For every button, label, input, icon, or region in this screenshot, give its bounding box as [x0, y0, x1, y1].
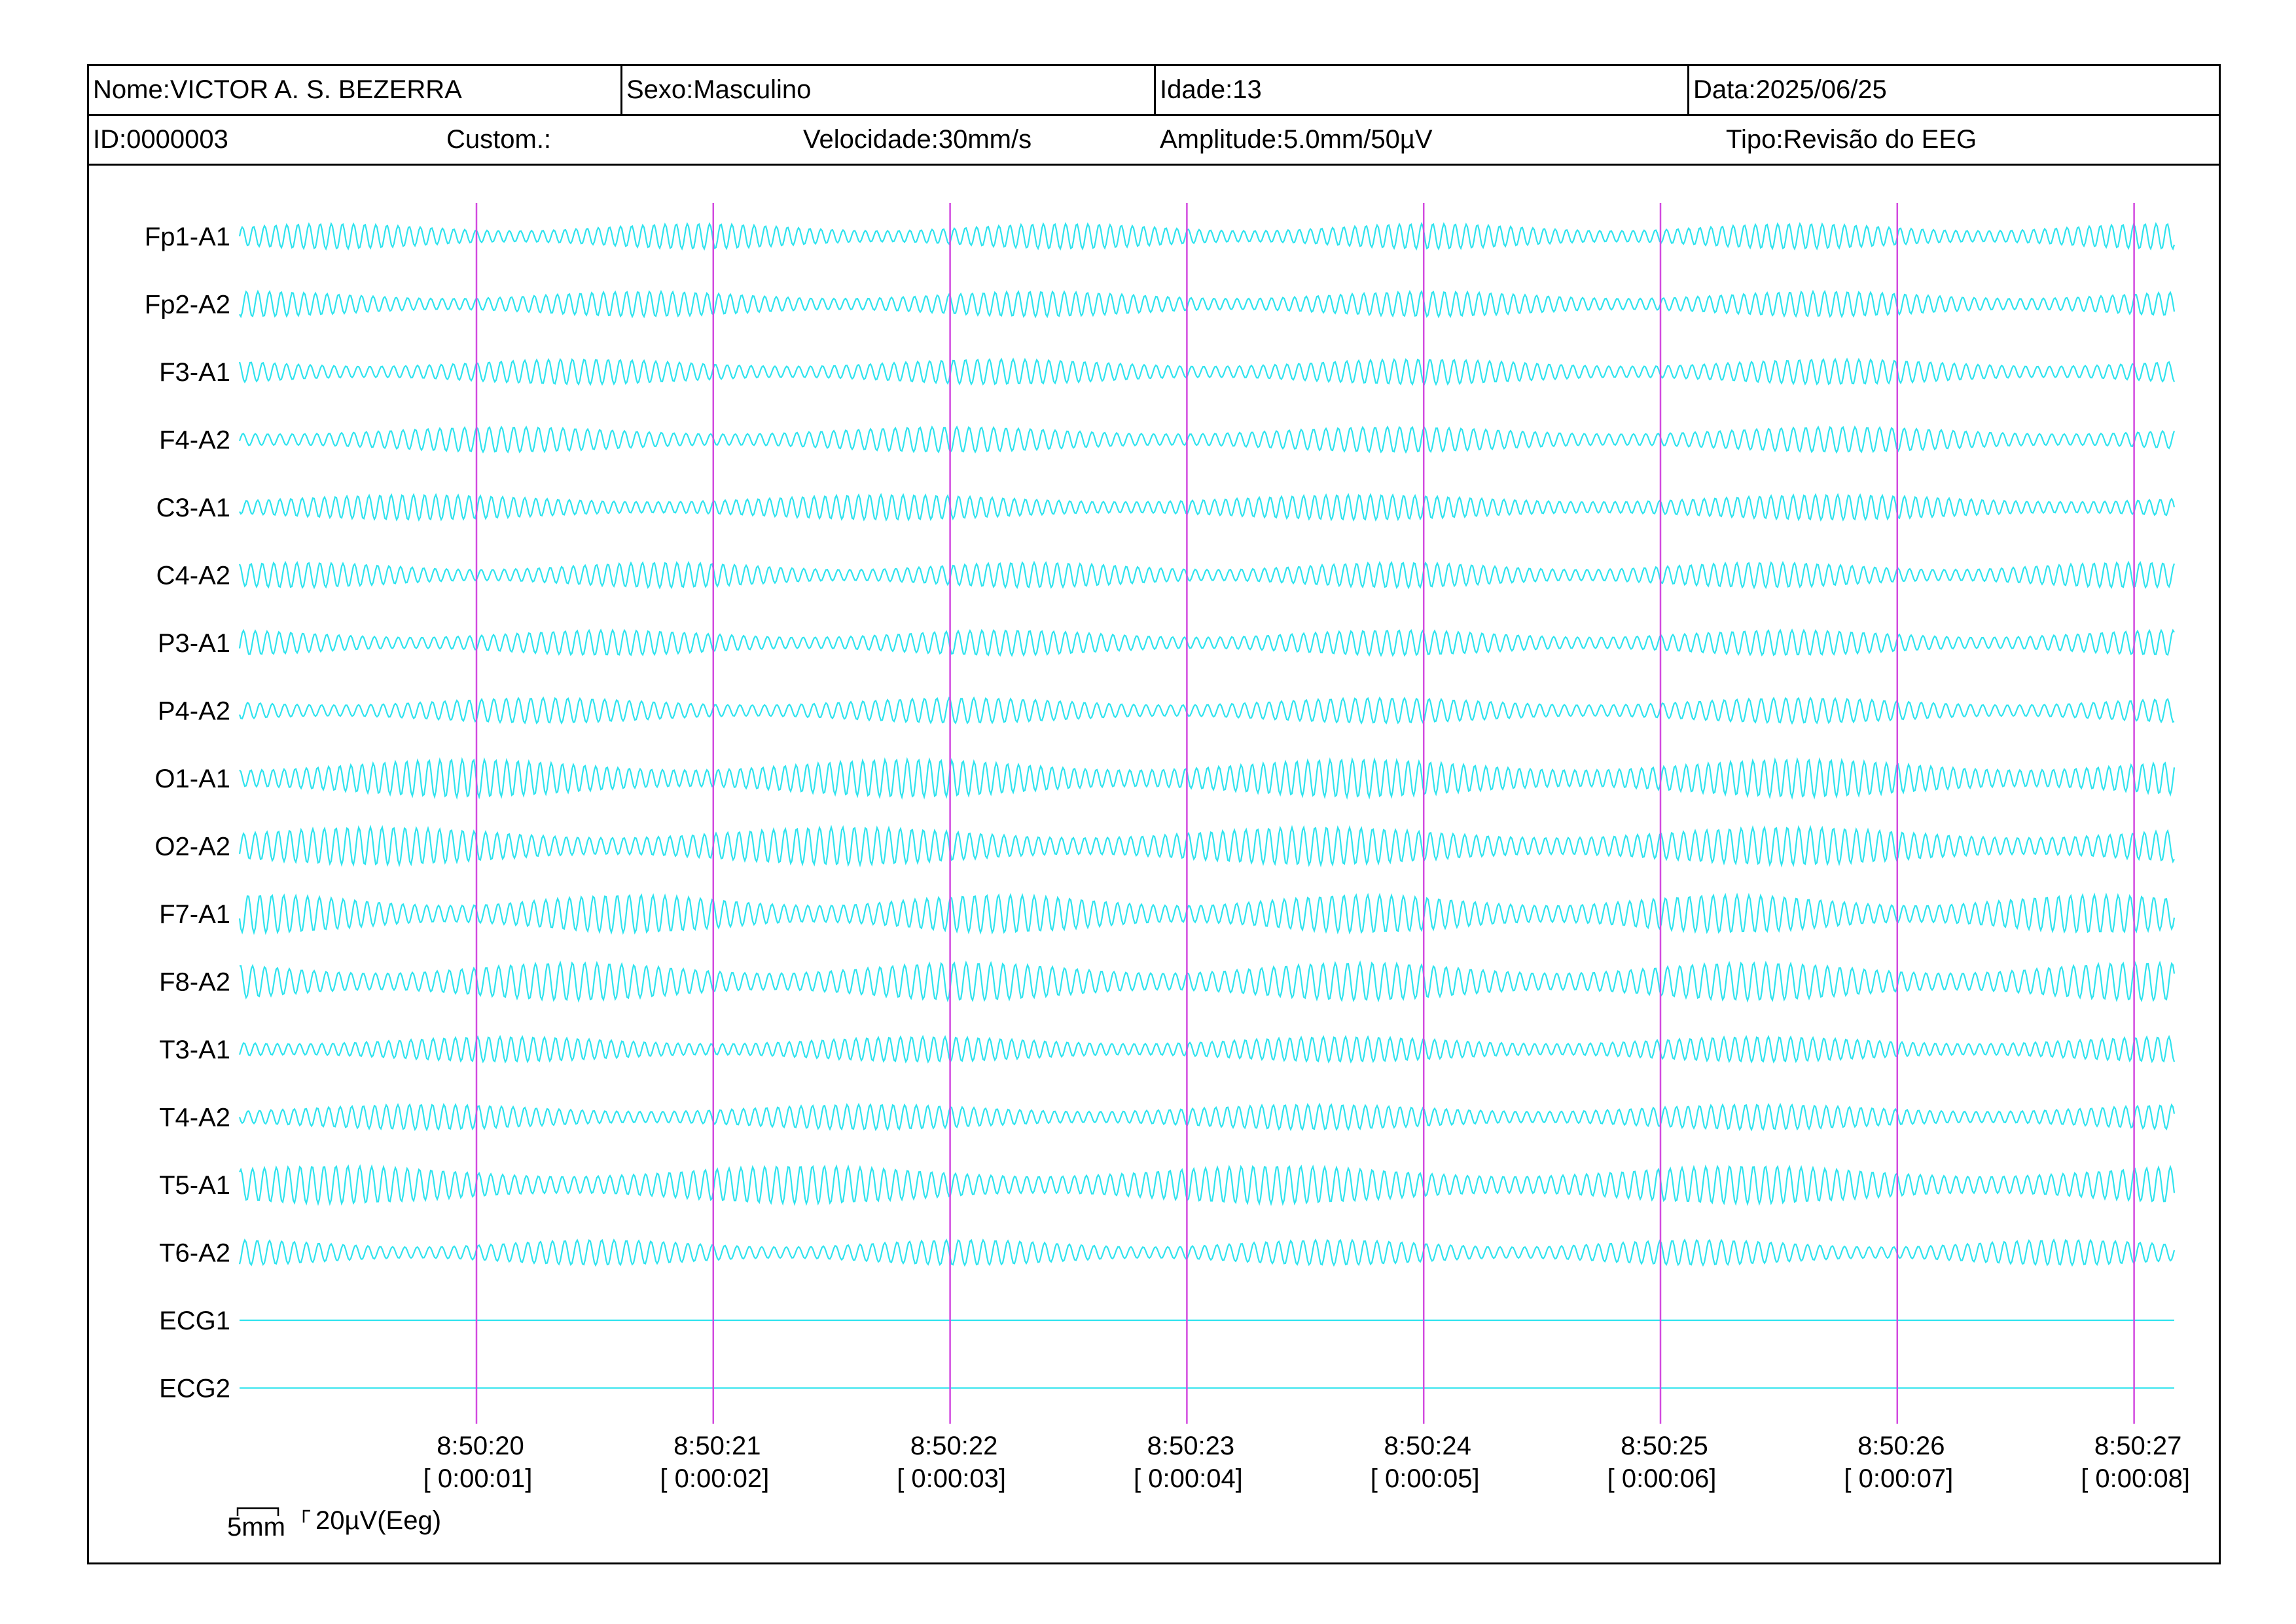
time-marker-clock: 8:50:26: [1857, 1432, 1945, 1460]
channel-label: ECG1: [159, 1307, 230, 1335]
channel-label: F8-A2: [159, 968, 230, 997]
channel-label: P4-A2: [158, 697, 230, 726]
channel-label: O1-A1: [154, 765, 230, 793]
channel-trace: [238, 560, 2176, 590]
time-marker-elapsed: [ 0:00:07]: [1844, 1464, 1953, 1493]
channel-trace: [238, 1034, 2176, 1064]
time-marker-clock: 8:50:20: [437, 1432, 524, 1460]
time-marker-elapsed: [ 0:00:03]: [897, 1464, 1006, 1493]
time-scale-label: 5mm: [227, 1513, 285, 1542]
time-marker-elapsed: [ 0:00:04]: [1134, 1464, 1243, 1493]
channel-trace: [239, 1164, 2176, 1206]
channel-trace: [239, 960, 2176, 1003]
eeg-trace-area: Fp1-A1 Fp2-A2 F3-A1 F4-A2 C3-A1 C4-A2 P3-A1 P4-…: [145, 203, 2190, 1542]
channel-label: ECG2: [159, 1375, 230, 1403]
channel-trace: [238, 1238, 2176, 1267]
channel-label: F3-A1: [159, 358, 230, 387]
channel-label: Fp1-A1: [145, 223, 230, 251]
time-marker-clock: 8:50:27: [2094, 1432, 2181, 1460]
channel-trace: [238, 1102, 2176, 1132]
time-marker-elapsed: [ 0:00:05]: [1371, 1464, 1480, 1493]
channel-trace: [238, 696, 2175, 725]
time-marker-clock: 8:50:23: [1147, 1432, 1234, 1460]
channel-label: T6-A2: [159, 1239, 230, 1268]
channel-trace: [238, 425, 2176, 454]
channel-trace: [238, 892, 2176, 935]
channel-label: F7-A1: [159, 900, 230, 929]
channel-label: F4-A2: [159, 426, 230, 455]
time-marker-clock: 8:50:21: [673, 1432, 761, 1460]
channel-label: C3-A1: [156, 494, 230, 522]
time-marker-clock: 8:50:22: [910, 1432, 997, 1460]
channel-label: P3-A1: [158, 629, 230, 658]
amplitude-scale-bar: [302, 1509, 310, 1523]
channel-label: Fp2-A2: [145, 291, 230, 319]
channel-trace: [238, 824, 2175, 868]
amplitude-scale-label: 20µV(Eeg): [315, 1506, 441, 1535]
channel-trace: [239, 493, 2176, 522]
channel-trace: [239, 289, 2176, 319]
channel-label: T5-A1: [159, 1171, 230, 1200]
channel-trace: [238, 628, 2175, 657]
channel-trace: [238, 357, 2176, 386]
time-marker-elapsed: [ 0:00:02]: [660, 1464, 769, 1493]
channel-trace: [238, 222, 2176, 251]
channel-trace: [239, 757, 2176, 800]
channel-label: T3-A1: [159, 1036, 230, 1064]
time-marker-elapsed: [ 0:00:06]: [1607, 1464, 1717, 1493]
channel-label: C4-A2: [156, 562, 230, 590]
time-marker-clock: 8:50:24: [1384, 1432, 1471, 1460]
channel-label: T4-A2: [159, 1104, 230, 1132]
time-marker-clock: 8:50:25: [1621, 1432, 1708, 1460]
channel-label: O2-A2: [154, 833, 230, 861]
time-marker-elapsed: [ 0:00:01]: [423, 1464, 533, 1493]
time-marker-elapsed: [ 0:00:08]: [2081, 1464, 2190, 1493]
